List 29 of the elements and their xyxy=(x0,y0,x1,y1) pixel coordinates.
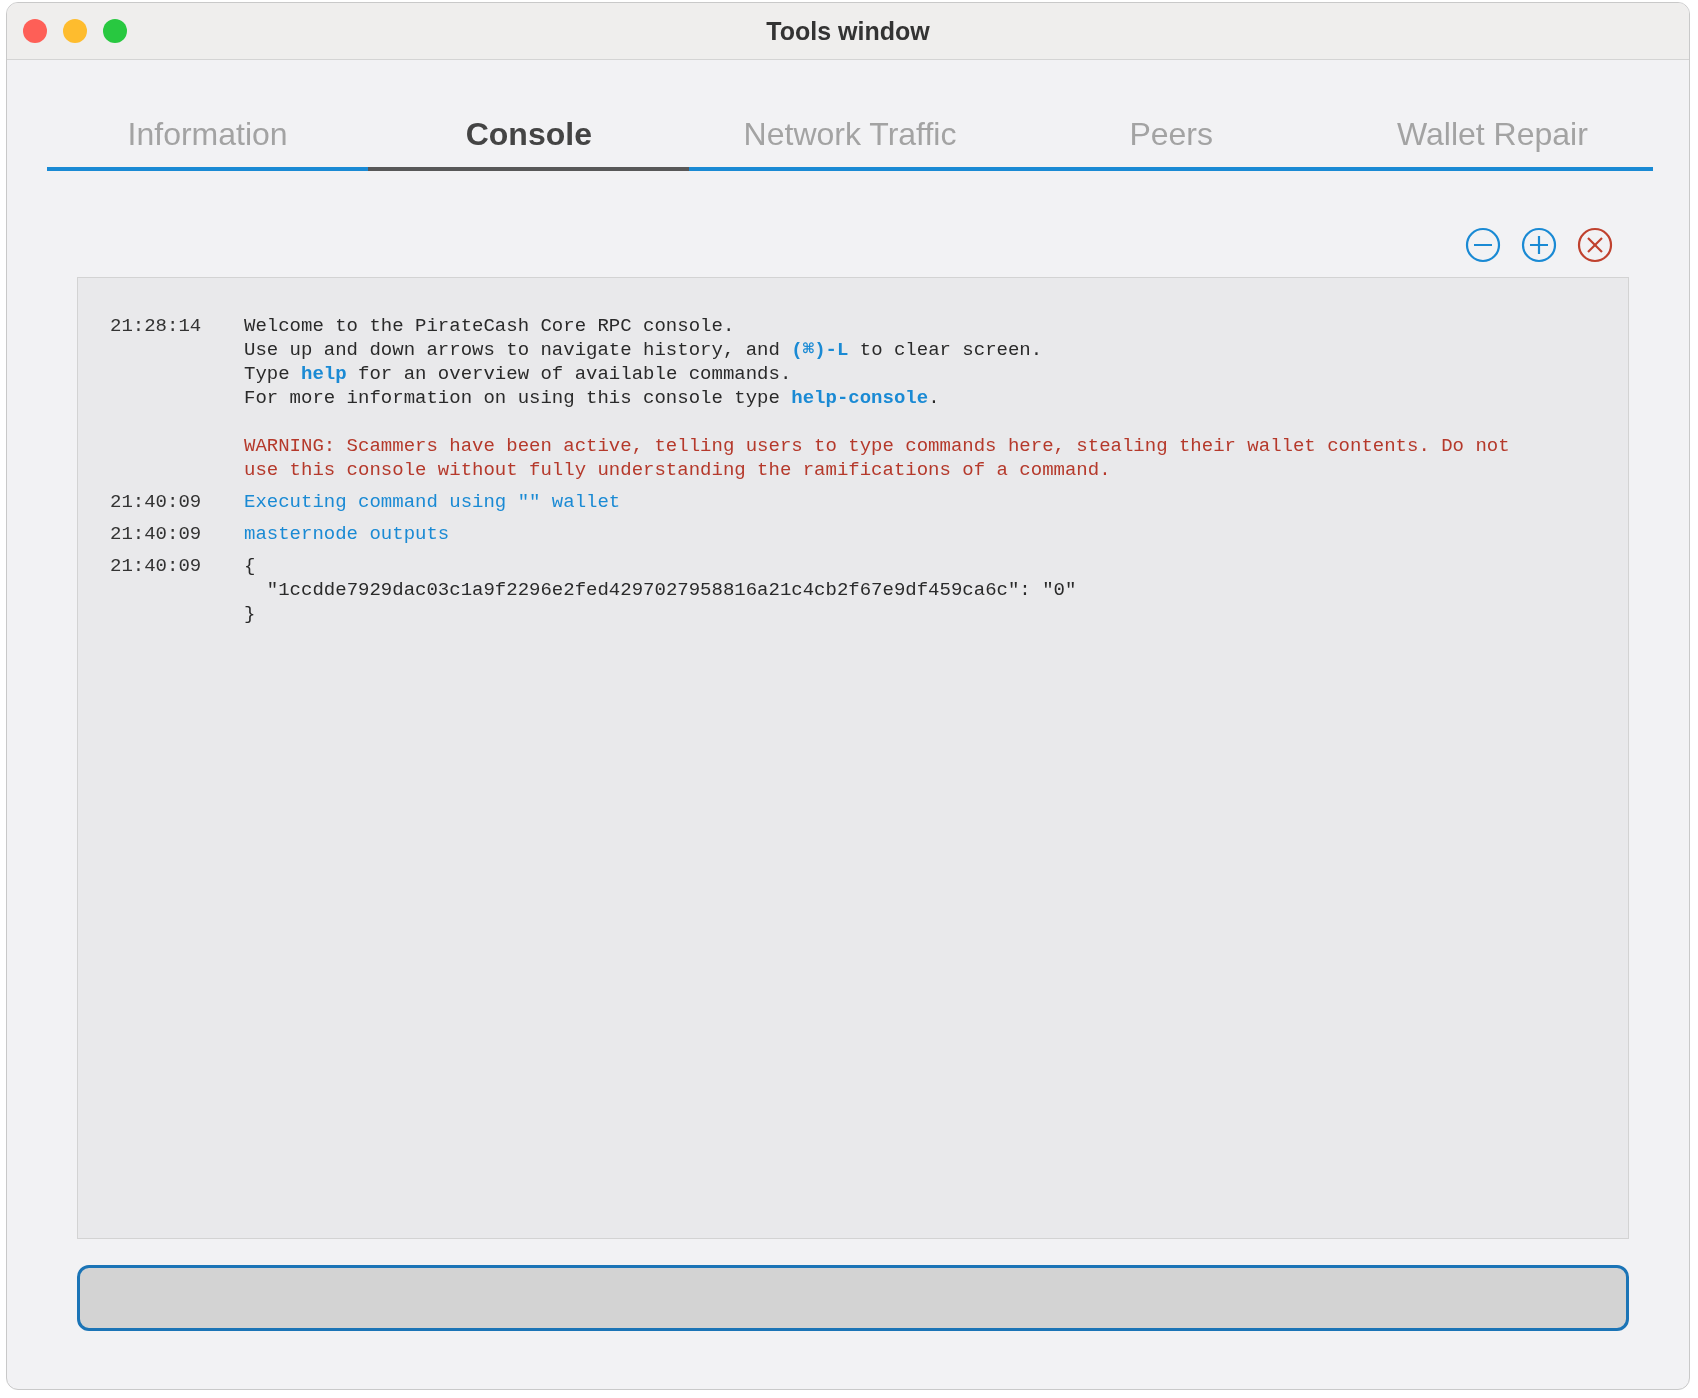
warning-message: WARNING: Scammers have been active, telling users to type commands here, stealing their wallet contents. Do not use this console without fully understanding the ramifications of a command. xyxy=(244,434,1511,482)
timestamp: 21:40:09 xyxy=(110,490,203,514)
tab[interactable]: Peers xyxy=(1010,106,1332,171)
timestamp: 21:40:09 xyxy=(110,554,203,579)
console-line: Use up and down arrows to navigate history, and (⌘)-L to clear screen. xyxy=(244,338,1044,362)
tab[interactable]: Information xyxy=(47,106,369,171)
clear-icon[interactable] xyxy=(1577,227,1613,263)
tab[interactable]: Console xyxy=(368,106,690,171)
window-title: Tools window xyxy=(766,16,930,46)
console-line: { xyxy=(244,554,257,578)
tab[interactable]: Wallet Repair xyxy=(1331,106,1653,171)
close-window-button[interactable] xyxy=(23,19,47,43)
timestamp: 21:28:14 xyxy=(110,314,203,339)
command-line: masternode outputs xyxy=(244,522,450,546)
command-keyword: help xyxy=(301,363,347,385)
command-input-field[interactable] xyxy=(77,1265,1629,1331)
console-line: For more information on using this console type help-console. xyxy=(244,386,941,410)
console-line: Type help for an overview of available commands. xyxy=(244,362,793,386)
command-keyword: (⌘)-L xyxy=(791,339,849,361)
console-line: Welcome to the PirateCash Core RPC console. xyxy=(244,314,736,338)
command-keyword: help-console xyxy=(791,387,929,409)
console-line: "1ccdde7929dac03c1a9f2296e2fed4297027958816a21c4cb2f67e9df459ca6c": "0" xyxy=(265,578,1077,602)
zoom-window-button[interactable] xyxy=(103,19,127,43)
zoom-in-icon[interactable] xyxy=(1521,227,1557,263)
tab[interactable]: Network Traffic xyxy=(689,106,1011,171)
console-line: } xyxy=(244,602,257,626)
zoom-out-icon[interactable] xyxy=(1465,227,1501,263)
command-line: Executing command using "" wallet xyxy=(244,490,621,514)
timestamp: 21:40:09 xyxy=(110,522,203,546)
